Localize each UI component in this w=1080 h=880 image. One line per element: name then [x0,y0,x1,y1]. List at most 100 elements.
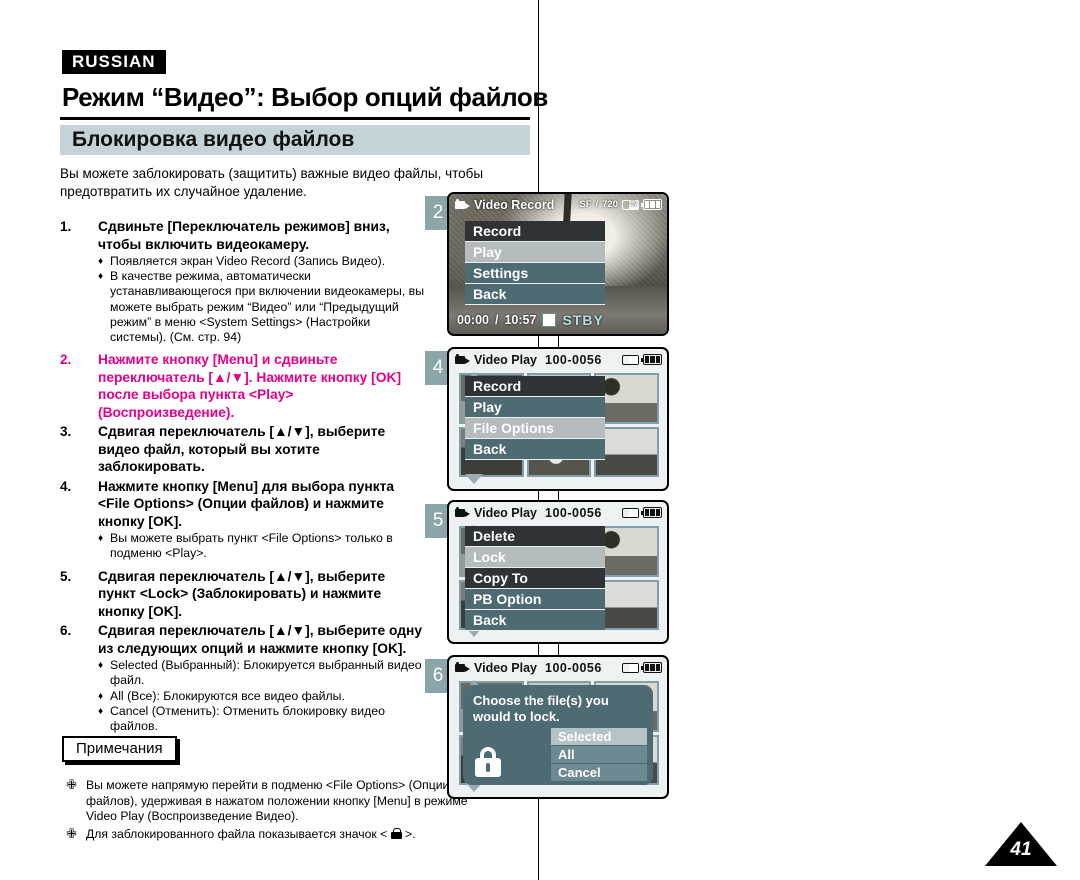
section-title-russian: Блокировка видео файлов [60,125,530,155]
step-bullets: Вы можете выбрать пункт <File Options> т… [98,531,425,561]
step-number: 5. [60,568,72,584]
screen-connector-line [558,336,559,347]
menu-item-play[interactable]: Play [465,397,605,418]
lock-confirmation-dialog: Choose the file(s) you would to lock. Sel… [463,685,653,785]
video-camera-icon [455,354,470,365]
memory-label: IN [629,200,638,209]
scroll-down-arrow-icon[interactable] [465,474,483,484]
bullet-item: Вы можете выбрать пункт <File Options> т… [98,531,425,561]
step-body: Нажмите кнопку [Menu] для выбора пункта … [98,478,425,566]
time-separator: / [494,313,499,327]
menu-item-back[interactable]: Back [465,284,605,305]
indicator-separator: / [595,199,599,210]
lcd-mode-title: Video Play [474,505,537,520]
step-number: 3. [60,424,72,440]
step-title: Сдвигая переключатель [▲/▼], выберите од… [98,623,423,656]
lcd-status-bar: Video Play 100-0056 IN [449,502,667,523]
battery-icon [641,199,662,210]
step-body: Сдвигая переключатель [▲/▼], выберите ви… [98,423,425,476]
menu-item-pb-option[interactable]: PB Option [465,589,605,610]
lock-icon [475,747,501,777]
step-title: Нажмите кнопку [Menu] для выбора пункта … [98,478,395,529]
lcd-indicators: IN [622,507,667,518]
step-item: 1. Сдвиньте [Переключатель режимов] вниз,… [60,218,425,349]
menu-item-settings[interactable]: Settings [465,263,605,284]
language-tag-russian: RUSSIAN [62,50,166,74]
step-bullets: Selected (Выбранный): Блокируется выбран… [98,658,425,734]
menu-item-back[interactable]: Back [465,439,605,460]
step-title: Нажмите кнопку [Menu] и сдвиньте переклю… [98,352,402,420]
memory-indicator-icon: IN [622,662,639,673]
quality-indicator: SF [579,199,592,210]
step-number: 4. [60,478,72,494]
memory-label: IN [629,508,638,517]
lcd-mode-title: Video Play [474,352,537,367]
battery-icon [641,507,662,518]
lcd-file-number: 100-0056 [545,660,602,675]
dialog-options: Selected All Cancel [551,728,647,782]
step-number: 1. [60,219,72,234]
screen-connector-line [558,644,559,655]
lcd-menu: Record Play Settings Back [465,221,605,305]
menu-item-record[interactable]: Record [465,376,605,397]
battery-icon [641,662,662,673]
battery-icon [641,354,662,365]
page-number-badge: 41 [985,822,1057,870]
recording-status-bar: 00:00 / 10:57 STBY [457,312,604,328]
menu-item-record[interactable]: Record [465,221,605,242]
bullet-item: Selected (Выбранный): Блокируется выбран… [98,658,425,688]
menu-item-play[interactable]: Play [465,242,605,263]
bullet-item: Появляется экран Video Record (Запись Ви… [98,254,425,269]
camera-screen: 2 Video Record SF/720 IN Record Play Settings B… [425,192,675,342]
memory-indicator-icon: IN [622,199,639,210]
title-rule-russian [60,117,530,120]
menu-item-back[interactable]: Back [465,610,605,631]
time-elapsed: 00:00 [457,313,489,327]
lcd-status-bar: Video Play 100-0056 IN [449,657,667,678]
dialog-option-all[interactable]: All [551,746,647,764]
lcd-screen: Video Play 100-0056 IN Choose the file(s) y… [447,655,669,799]
step-number: 6. [60,623,72,639]
step-item: 5. Сдвигая переключатель [▲/▼], выберите … [60,568,425,621]
step-item: 2. Нажмите кнопку [Menu] и сдвиньте перек… [60,351,425,421]
lcd-menu: Record Play File Options Back [465,376,605,460]
lcd-indicators: IN [622,354,667,365]
steps-list-russian: 1. Сдвиньте [Переключатель режимов] вниз,… [60,218,425,740]
memory-label: IN [629,663,638,672]
dialog-option-selected[interactable]: Selected [551,728,647,746]
step-body: Сдвигая переключатель [▲/▼], выберите пу… [98,568,425,621]
lcd-file-number: 100-0056 [545,352,602,367]
memory-indicator-icon: IN [622,354,639,365]
screen-connector-line [558,491,559,500]
step-body: Нажмите кнопку [Menu] и сдвиньте переклю… [98,351,425,421]
lcd-screen: Video Play 100-0056 IN Record Play File Optio… [447,347,669,491]
menu-item-file-options[interactable]: File Options [465,418,605,439]
step-item: 6. Сдвигая переключатель [▲/▼], выберите … [60,622,425,738]
lcd-screen: Video Play 100-0056 IN Delete Lock Copy To PB … [447,500,669,644]
time-total: 10:57 [504,313,537,327]
step-title: Сдвигая переключатель [▲/▼], выберите пу… [98,568,386,619]
bullet-item: В качестве режима, автоматически устанав… [98,269,425,345]
memory-label: IN [629,355,638,364]
dialog-option-cancel[interactable]: Cancel [551,764,647,782]
note-item: Для заблокированного файла показывается … [62,826,482,843]
notes-list-russian: Вы можете напрямую перейти в подменю <Fi… [62,777,482,844]
menu-item-copy-to[interactable]: Copy To [465,568,605,589]
chapter-title-russian: Режим “Видео”: Выбор опций файлов [62,82,548,112]
manual-page: RUSSIAN Режим “Видео”: Выбор опций файло… [0,0,1080,880]
lcd-file-number: 100-0056 [545,505,602,520]
step-title: Сдвигая переключатель [▲/▼], выберите ви… [98,424,386,475]
lcd-mode-title: Video Play [474,660,537,675]
camera-screen: 4 Video Play 100-0056 IN Record Play File Opti… [425,347,675,497]
standby-box-icon [542,313,557,327]
menu-item-delete[interactable]: Delete [465,526,605,547]
step-item: 4. Нажмите кнопку [Menu] для выбора пункт… [60,478,425,566]
lcd-screen: Video Record SF/720 IN Record Play Settings Ba… [447,192,669,336]
menu-item-lock[interactable]: Lock [465,547,605,568]
step-bullets: Появляется экран Video Record (Запись Ви… [98,254,425,345]
notes-header-russian: Примечания [62,736,177,763]
lcd-menu: Delete Lock Copy To PB Option Back [465,526,605,631]
lcd-indicators: SF/720 IN [579,199,667,210]
page-number: 41 [1010,839,1032,860]
lcd-status-bar: Video Play 100-0056 IN [449,349,667,370]
